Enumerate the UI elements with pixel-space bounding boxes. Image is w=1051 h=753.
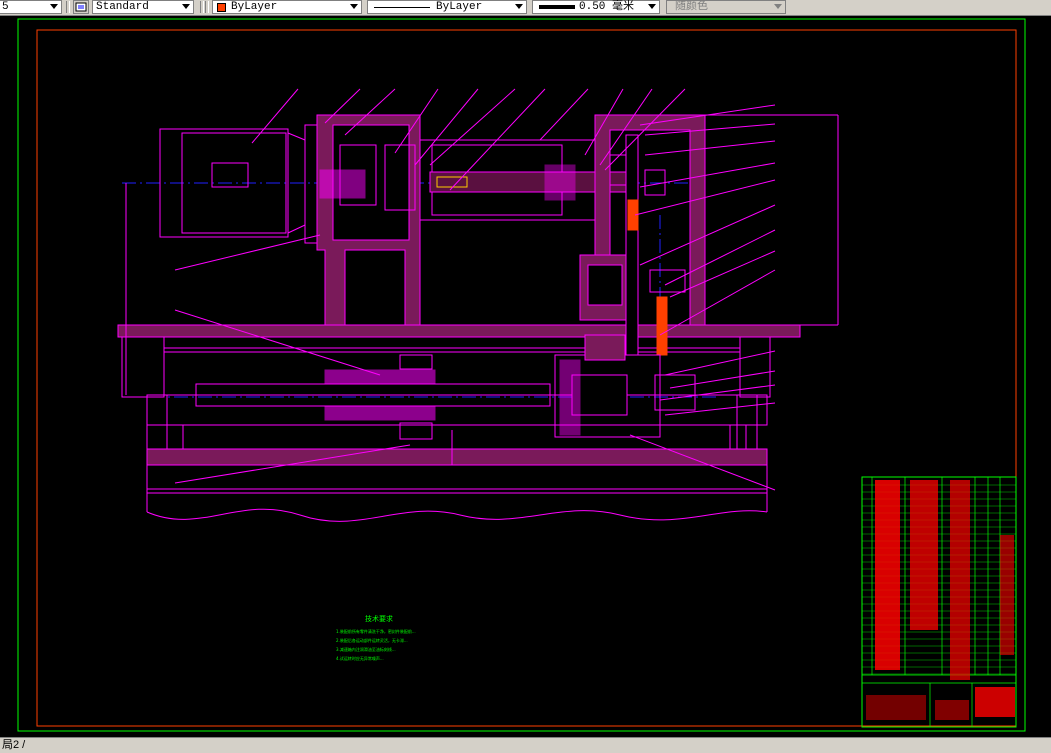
- text-style-icon[interactable]: [73, 0, 89, 14]
- chevron-down-icon[interactable]: [515, 4, 523, 9]
- plot-style-value: 随颜色: [675, 1, 708, 13]
- properties-toolbar: 5 Standard ByLayer ByLayer 0.50 毫米 随颜色: [0, 0, 1051, 16]
- drawing-frame: [36, 29, 1017, 727]
- linetype-select[interactable]: ByLayer: [367, 0, 527, 14]
- motor: [159, 124, 318, 244]
- work-table: [117, 324, 801, 426]
- cad-drawing: 技术要求 1.装配前所有零件清洗干净，密封件装配前... 2.装配后各运动部件运…: [17, 18, 1026, 732]
- notes-title: 技术要求: [365, 614, 393, 623]
- chevron-down-icon: [774, 4, 782, 9]
- lineweight-select[interactable]: 0.50 毫米: [532, 0, 660, 14]
- layout-tab[interactable]: 局2 /: [2, 738, 25, 752]
- plot-style-select: 随颜色: [666, 0, 786, 14]
- toolbar-separator: [66, 1, 70, 13]
- layer-select-value: 5: [2, 1, 9, 13]
- chevron-down-icon[interactable]: [350, 4, 358, 9]
- color-value: ByLayer: [231, 1, 278, 13]
- text-style-value: Standard: [96, 1, 149, 13]
- chevron-down-icon[interactable]: [182, 4, 190, 9]
- linetype-preview-icon: [374, 7, 430, 8]
- chevron-down-icon[interactable]: [50, 4, 58, 9]
- chevron-down-icon[interactable]: [648, 4, 656, 9]
- layer-select[interactable]: 5: [0, 0, 62, 14]
- title-block: [861, 476, 1017, 728]
- toolbar-separator: [200, 1, 204, 13]
- linetype-value: ByLayer: [436, 1, 483, 13]
- lineweight-preview-icon: [539, 5, 575, 9]
- color-swatch-icon: [217, 3, 226, 12]
- lineweight-value: 0.50 毫米: [579, 1, 635, 13]
- toolbar-separator: [205, 1, 209, 13]
- color-select[interactable]: ByLayer: [212, 0, 362, 14]
- left-gearbox: [316, 114, 421, 326]
- notes-line: 4.试运转时应无异常噪声...: [336, 655, 384, 661]
- outer-border: [17, 18, 1026, 732]
- text-style-select[interactable]: Standard: [92, 0, 194, 14]
- notes-line: 3.减速箱内注润滑油至油标刻线...: [336, 646, 396, 652]
- notes-line: 1.装配前所有零件清洗干净，密封件装配前...: [336, 628, 416, 634]
- notes-line: 2.装配后各运动部件运转灵活，无卡滞...: [336, 637, 408, 643]
- drawing-canvas[interactable]: 技术要求 1.装配前所有零件清洗干净，密封件装配前... 2.装配后各运动部件运…: [0, 15, 1051, 737]
- slide-assembly: [195, 334, 696, 465]
- status-bar: 局2 /: [0, 737, 1051, 753]
- technical-notes: 技术要求 1.装配前所有零件清洗干净，密封件装配前... 2.装配后各运动部件运…: [336, 614, 416, 661]
